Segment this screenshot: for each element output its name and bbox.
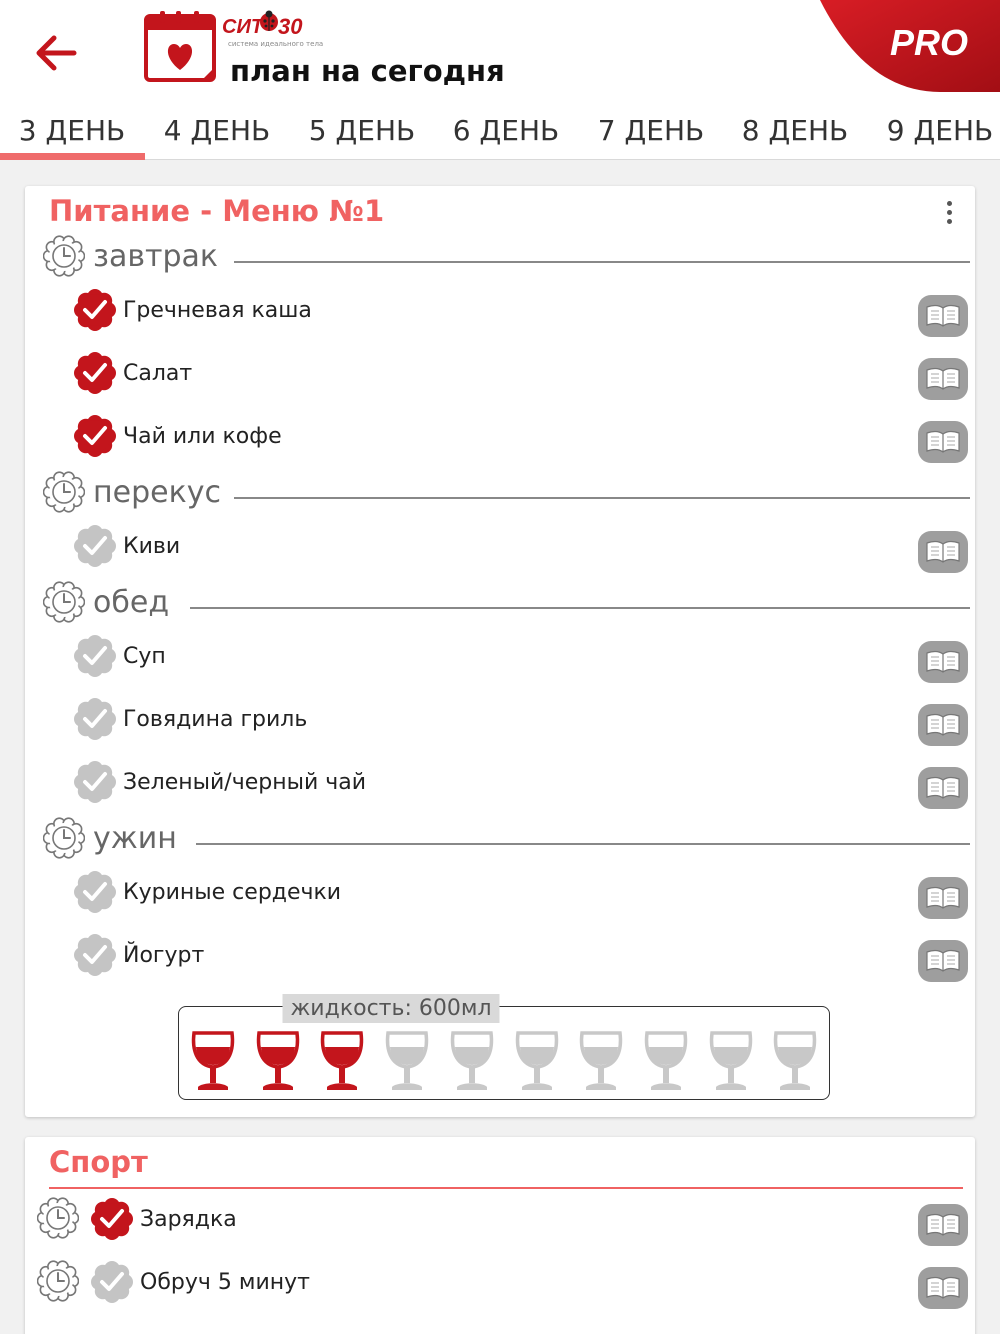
meal-item-label: Йогурт — [123, 942, 205, 968]
page-title: план на сегодня — [230, 54, 505, 88]
wine-glass-icon[interactable] — [255, 1029, 301, 1093]
book-icon[interactable] — [917, 1203, 969, 1247]
clock-icon — [37, 1197, 79, 1239]
tab-day[interactable]: 9 ДЕНЬ — [868, 108, 1000, 160]
day-tabs: 3 ДЕНЬ 4 ДЕНЬ 5 ДЕНЬ 6 ДЕНЬ 7 ДЕНЬ 8 ДЕНЬ 9 ДЕ… — [0, 108, 1000, 160]
nutrition-title: Питание - Меню №1 — [49, 194, 385, 228]
tab-day[interactable]: 5 ДЕНЬ — [290, 108, 434, 160]
meal-section-label: ужин — [93, 820, 177, 856]
book-icon[interactable] — [917, 703, 969, 747]
sport-item-label: Обруч 5 минут — [140, 1269, 310, 1295]
meal-section-label: завтрак — [93, 238, 219, 274]
meal-section-header: завтрак — [43, 234, 218, 278]
check-badge-icon[interactable] — [73, 697, 117, 741]
meal-item-label: Куриные сердечки — [123, 879, 342, 905]
wine-glass-icon[interactable] — [384, 1029, 430, 1093]
meal-item: Йогурт — [73, 931, 204, 979]
tab-day[interactable]: 6 ДЕНЬ — [434, 108, 578, 160]
clock-icon — [43, 581, 85, 623]
meal-item: Чай или кофе — [73, 412, 282, 460]
calendar-heart-icon — [144, 11, 216, 82]
clock-icon — [43, 817, 85, 859]
brand-logo: СИТ 30 система идеального тела — [222, 10, 324, 54]
app-header: СИТ 30 система идеального тела план на с… — [0, 0, 1000, 160]
meal-item-label: Салат — [123, 360, 193, 386]
check-badge-icon[interactable] — [73, 288, 117, 332]
nutrition-card: Питание - Меню №1 жидкость: 600мл завтра… — [25, 186, 975, 1117]
pro-badge[interactable]: PRO — [820, 0, 1000, 92]
check-badge-icon[interactable] — [73, 870, 117, 914]
meal-item: Куриные сердечки — [73, 868, 341, 916]
meal-section-header: перекус — [43, 470, 221, 514]
tab-day[interactable]: 7 ДЕНЬ — [579, 108, 723, 160]
wine-glass-icon[interactable] — [578, 1029, 624, 1093]
sport-item: Зарядка — [90, 1195, 237, 1243]
clock-icon — [43, 471, 85, 513]
arrow-left-icon — [36, 35, 77, 71]
section-divider — [196, 843, 970, 845]
logo-text: СИТ — [222, 16, 264, 38]
meal-item-label: Суп — [123, 643, 166, 669]
wine-glass-icon[interactable] — [190, 1029, 236, 1093]
check-badge-icon[interactable] — [73, 760, 117, 804]
sport-item: Обруч 5 минут — [90, 1258, 310, 1306]
pro-label: PRO — [889, 22, 968, 63]
check-badge-icon[interactable] — [90, 1260, 134, 1304]
book-icon[interactable] — [917, 939, 969, 983]
meal-item: Салат — [73, 349, 192, 397]
ladybug-icon — [260, 10, 278, 31]
meal-item: Гречневая каша — [73, 286, 312, 334]
more-vertical-icon[interactable] — [941, 198, 957, 228]
wine-glass-icon[interactable] — [514, 1029, 560, 1093]
clock-icon — [37, 1260, 79, 1302]
fluid-label: жидкость: 600мл — [282, 994, 500, 1023]
meal-item: Зеленый/черный чай — [73, 758, 366, 806]
book-icon[interactable] — [917, 876, 969, 920]
section-divider — [234, 261, 970, 263]
check-badge-icon[interactable] — [73, 933, 117, 977]
tab-day[interactable]: 3 ДЕНЬ — [0, 108, 144, 160]
wine-glass-icon[interactable] — [449, 1029, 495, 1093]
book-icon[interactable] — [917, 420, 969, 464]
book-icon[interactable] — [917, 294, 969, 338]
meal-section-header: обед — [43, 580, 169, 624]
check-badge-icon[interactable] — [73, 634, 117, 678]
meal-item-label: Чай или кофе — [123, 423, 282, 449]
check-badge-icon[interactable] — [90, 1197, 134, 1241]
book-icon[interactable] — [917, 1266, 969, 1310]
meal-section-header: ужин — [43, 816, 177, 860]
meal-section-label: перекус — [93, 474, 221, 510]
back-button[interactable] — [28, 28, 84, 78]
sport-title: Спорт — [49, 1145, 148, 1179]
logo-number: 30 — [278, 14, 303, 39]
check-badge-icon[interactable] — [73, 414, 117, 458]
meal-item-label: Говядина гриль — [123, 706, 308, 732]
wine-glass-icon[interactable] — [772, 1029, 818, 1093]
book-icon[interactable] — [917, 640, 969, 684]
wine-glass-icon[interactable] — [708, 1029, 754, 1093]
tab-day[interactable]: 8 ДЕНЬ — [723, 108, 867, 160]
clock-icon — [43, 235, 85, 277]
wine-glass-icon[interactable] — [319, 1029, 365, 1093]
meal-item-label: Зеленый/черный чай — [123, 769, 367, 795]
logo-subtitle: система идеального тела — [228, 40, 324, 48]
meal-item: Суп — [73, 632, 166, 680]
check-badge-icon[interactable] — [73, 524, 117, 568]
meal-section-label: обед — [93, 584, 170, 620]
section-divider — [234, 497, 970, 499]
section-divider — [190, 607, 970, 609]
sport-card: Спорт Зарядка Обруч 5 минут — [25, 1137, 975, 1334]
meal-item-label: Киви — [123, 533, 181, 559]
tab-day[interactable]: 4 ДЕНЬ — [145, 108, 289, 160]
meal-item: Говядина гриль — [73, 695, 307, 743]
book-icon[interactable] — [917, 357, 969, 401]
wine-glass-icon[interactable] — [643, 1029, 689, 1093]
book-icon[interactable] — [917, 530, 969, 574]
book-icon[interactable] — [917, 766, 969, 810]
meal-item-label: Гречневая каша — [123, 297, 312, 323]
sport-title-underline — [49, 1187, 963, 1189]
check-badge-icon[interactable] — [73, 351, 117, 395]
sport-item-label: Зарядка — [140, 1206, 237, 1232]
meal-item: Киви — [73, 522, 180, 570]
